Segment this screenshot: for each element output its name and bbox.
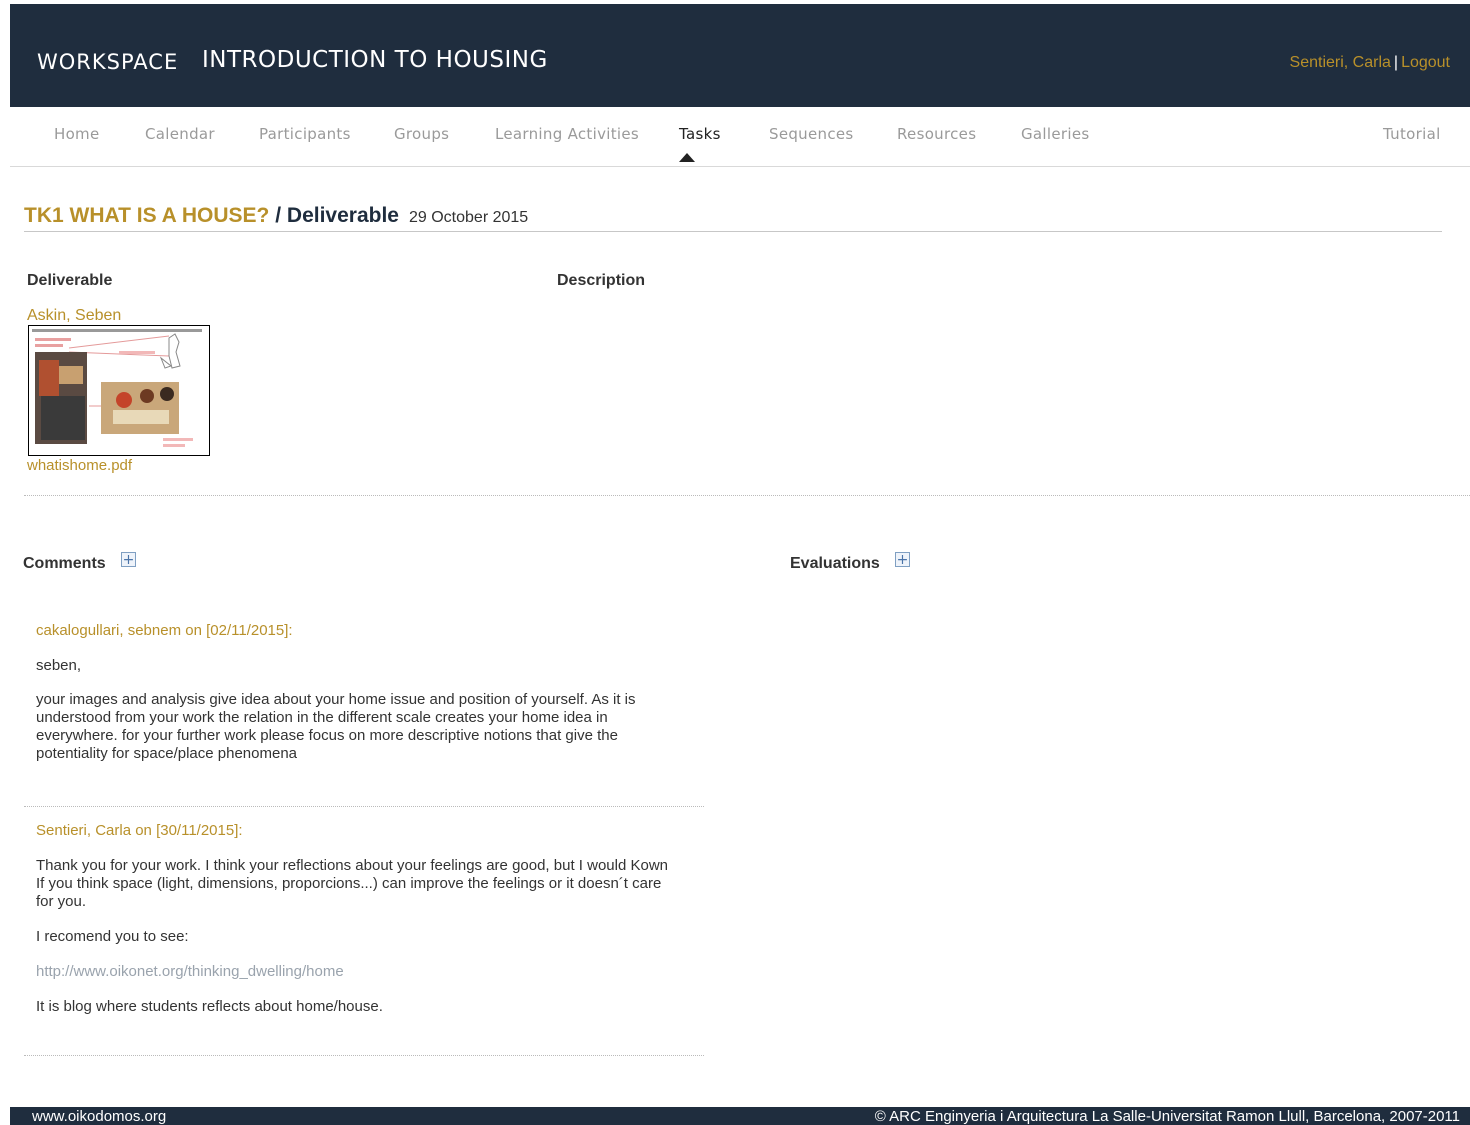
main-nav: Home Calendar Participants Groups Learni… [10,107,1470,167]
comment-paragraph: I recomend you to see: [36,928,189,945]
deliverable-file-link[interactable]: whatishome.pdf [27,457,132,474]
app-header: WORKSPACE INTRODUCTION TO HOUSING Sentie… [10,4,1470,107]
page-title: TK1 WHAT IS A HOUSE? / Deliverable 29 Oct… [24,204,1442,232]
section-divider [24,495,1470,496]
footer-site-link[interactable]: www.oikodomos.org [32,1108,166,1125]
deliverable-author-link[interactable]: Askin, Seben [27,307,121,325]
course-title: INTRODUCTION TO HOUSING [202,47,548,73]
add-comment-plus-icon[interactable]: + [121,552,136,567]
nav-item-groups[interactable]: Groups [394,125,449,143]
user-name-link[interactable]: Sentieri, Carla [1290,54,1391,71]
comment-item: Sentieri, Carla on [30/11/2015]: Thank y… [36,822,696,1016]
logout-link[interactable]: Logout [1401,54,1450,71]
evaluations-heading: Evaluations [790,555,880,572]
thumbnail-image [29,326,209,455]
comment-on-label: on [135,822,152,839]
deliverable-column-heading: Deliverable [27,272,113,289]
comment-paragraph: It is blog where students reflects about… [36,998,383,1015]
description-column-heading: Description [557,272,646,289]
nav-item-resources[interactable]: Resources [897,125,976,143]
comment-paragraph: Thank you for your work. I think your re… [36,857,669,910]
nav-item-learning-activities[interactable]: Learning Activities [495,125,639,143]
nav-item-home[interactable]: Home [54,125,100,143]
comment-divider [24,1055,704,1056]
comment-url-link[interactable]: http://www.oikonet.org/thinking_dwelling… [36,963,344,980]
comment-item: cakalogullari, sebnem on [02/11/2015]: s… [36,622,696,763]
nav-item-tutorial[interactable]: Tutorial [1383,125,1441,143]
comments-heading: Comments [23,555,106,572]
comment-meta: Sentieri, Carla on [30/11/2015]: [36,822,696,840]
title-separator: / [269,204,287,227]
comment-date: [30/11/2015] [156,822,239,839]
frame-left [0,0,10,1125]
comment-colon: : [238,822,243,839]
comment-author-link[interactable]: Sentieri, Carla [36,822,131,839]
comment-meta: cakalogullari, sebnem on [02/11/2015]: [36,622,696,640]
nav-item-calendar[interactable]: Calendar [145,125,215,143]
footer-copyright: © ARC Enginyeria i Arquitectura La Salle… [874,1108,1460,1125]
user-separator: | [1393,54,1399,71]
nav-item-participants[interactable]: Participants [259,125,351,143]
comment-divider [24,806,704,807]
user-area: Sentieri, Carla | Logout [1290,54,1450,72]
section-title: Deliverable [286,204,399,227]
workspace-label: WORKSPACE [37,50,179,74]
comment-paragraph: your images and analysis give idea about… [36,691,636,762]
nav-item-sequences[interactable]: Sequences [769,125,854,143]
caret-up-icon [679,153,695,162]
deliverable-date: 29 October 2015 [408,209,529,226]
task-title: TK1 WHAT IS A HOUSE? [24,204,270,227]
add-evaluation-plus-icon[interactable]: + [895,552,910,567]
comment-paragraph: seben, [36,657,82,674]
comment-date: [02/11/2015] [206,622,289,639]
deliverable-thumbnail[interactable] [28,325,210,456]
nav-item-galleries[interactable]: Galleries [1021,125,1089,143]
comment-author-link[interactable]: cakalogullari, sebnem [36,622,181,639]
comment-on-label: on [185,622,202,639]
comment-colon: : [288,622,293,639]
nav-item-tasks[interactable]: Tasks [679,125,721,143]
page-footer: www.oikodomos.org © ARC Enginyeria i Arq… [10,1107,1470,1125]
